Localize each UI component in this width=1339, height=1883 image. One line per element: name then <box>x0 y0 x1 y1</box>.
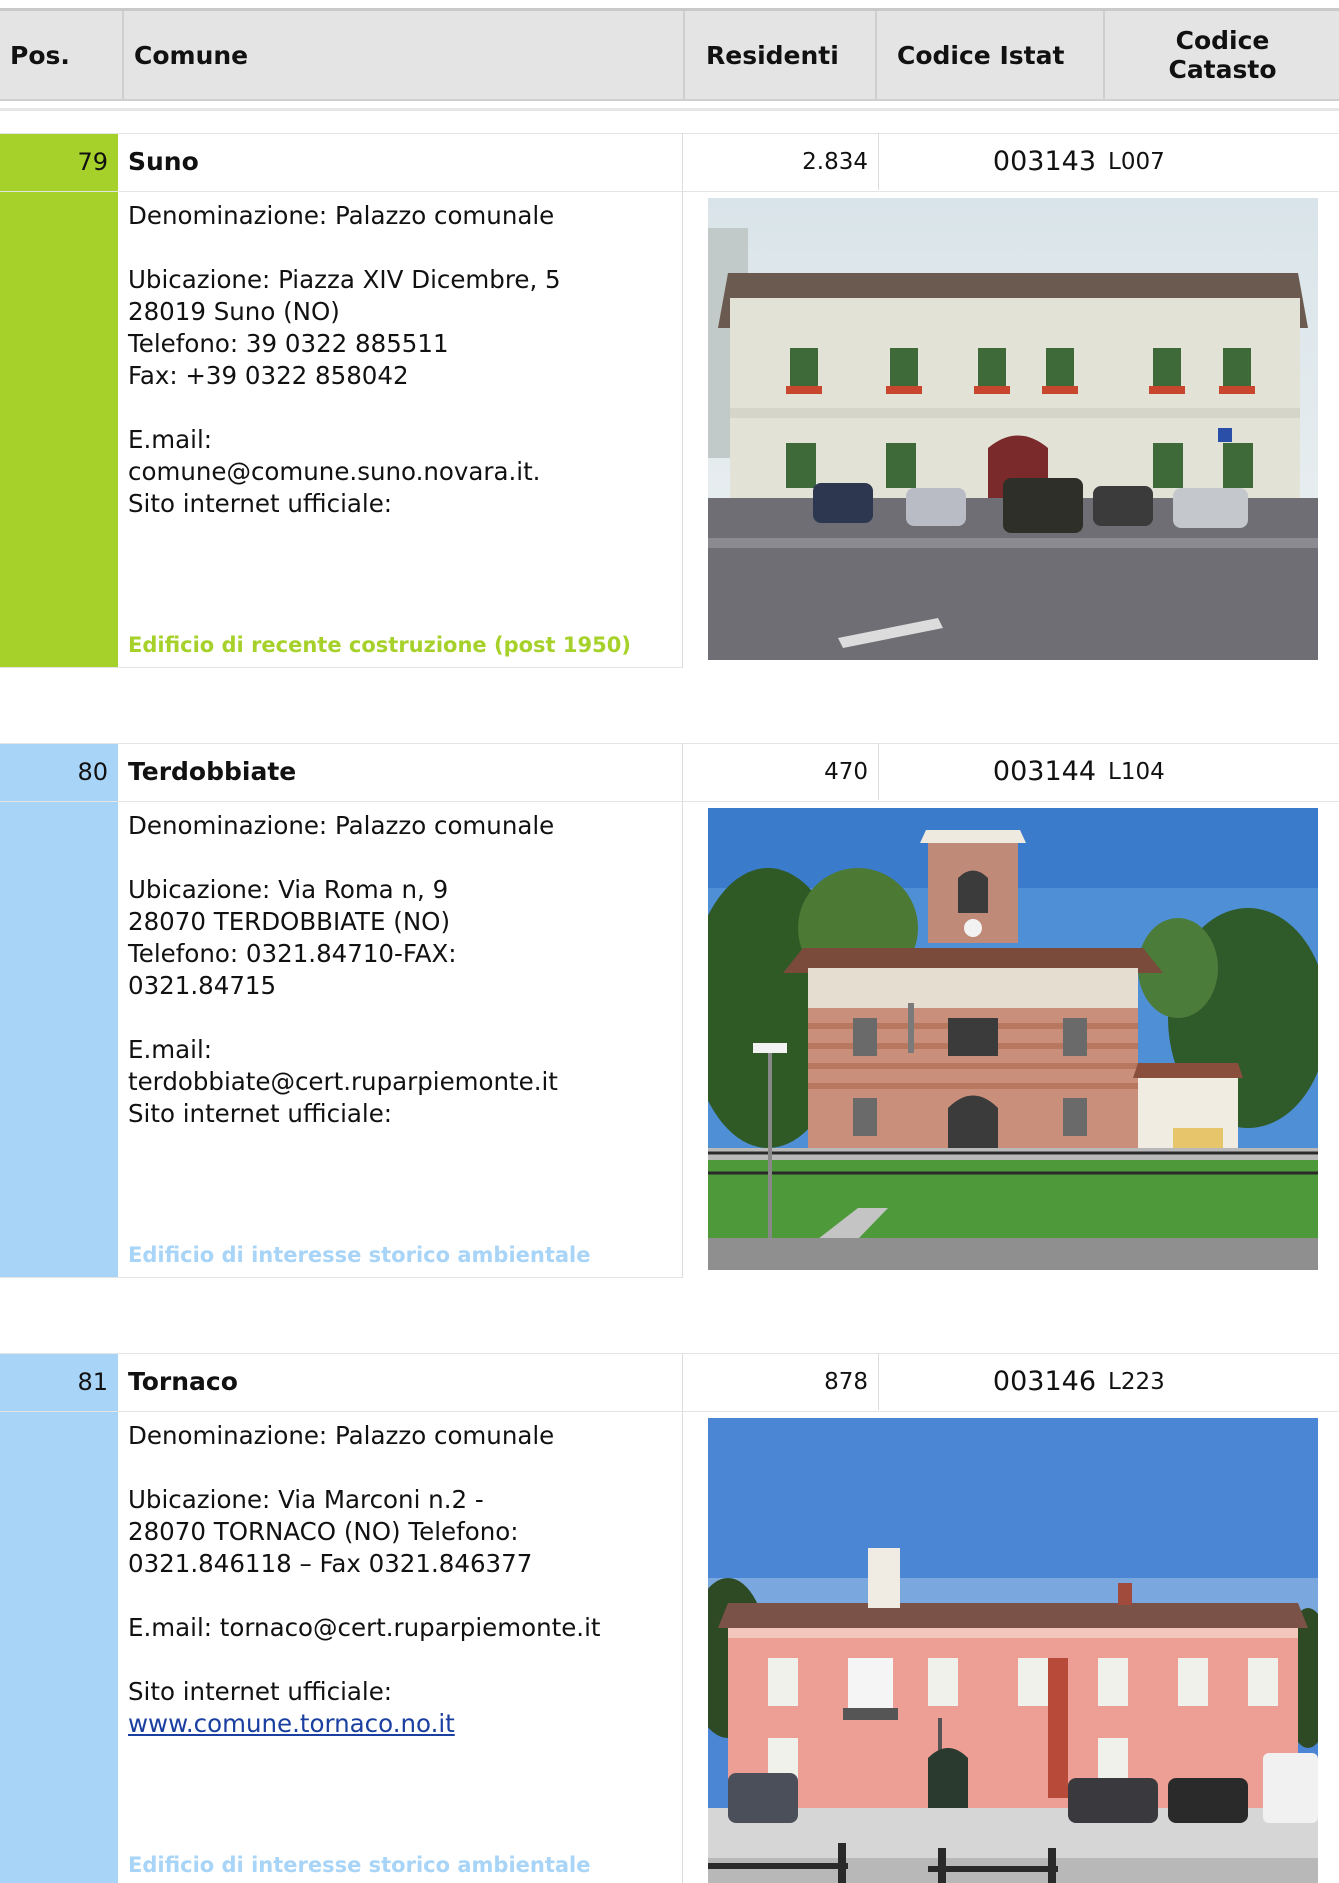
denominazione: Denominazione: Palazzo comunale <box>128 201 555 230</box>
email-address: E.mail: tornaco@cert.ruparpiemonte.it <box>128 1613 601 1642</box>
denominazione: Denominazione: Palazzo comunale <box>128 811 555 840</box>
entry-residenti: 878 <box>824 1368 868 1395</box>
ubicazione-line: Ubicazione: Piazza XIV Dicembre, 5 <box>128 265 561 294</box>
ubicazione-line: 28019 Suno (NO) <box>128 297 340 326</box>
ubicazione-line: Fax: +39 0322 858042 <box>128 361 409 390</box>
town-hall-photo <box>708 198 1318 660</box>
email-address: comune@comune.suno.novara.it. <box>128 457 541 486</box>
list-item: 79 Suno 2.834 003143 L007 Denominazione:… <box>0 133 1339 668</box>
entry-position: 79 <box>77 147 108 176</box>
header-codice-catasto: Codice Catasto <box>1168 26 1277 84</box>
entry-codice-istat: 003143 <box>992 146 1096 177</box>
town-hall-photo <box>708 1418 1318 1883</box>
entry-codice-catasto: L104 <box>1108 758 1165 785</box>
ubicazione-line: 0321.84715 <box>128 971 277 1000</box>
entry-residenti: 470 <box>824 758 868 785</box>
photo-tornaco <box>708 1418 1318 1883</box>
ubicazione-line: Telefono: 0321.84710-FAX: <box>128 939 457 968</box>
ubicazione-line: Ubicazione: Via Roma n, 9 <box>128 875 449 904</box>
sito-label: Sito internet ufficiale: <box>128 489 393 518</box>
email-label: E.mail: <box>128 425 213 454</box>
ubicazione-line: 0321.846118 – Fax 0321.846377 <box>128 1549 533 1578</box>
table-header: Pos. Comune Residenti Codice Istat Codic… <box>0 0 1339 111</box>
ubicazione-line: 28070 TORNACO (NO) Telefono: <box>128 1517 519 1546</box>
town-hall-photo <box>708 808 1318 1270</box>
header-residenti: Residenti <box>706 40 839 70</box>
sito-label: Sito internet ufficiale: <box>128 1677 393 1706</box>
denominazione: Denominazione: Palazzo comunale <box>128 1421 555 1450</box>
entry-residenti: 2.834 <box>802 148 868 175</box>
list-item: 80 Terdobbiate 470 003144 L104 Denominaz… <box>0 743 1339 1278</box>
sito-link[interactable]: www.comune.tornaco.no.it <box>128 1709 455 1738</box>
header-comune: Comune <box>134 40 249 70</box>
ubicazione-line: 28070 TERDOBBIATE (NO) <box>128 907 451 936</box>
sito-label: Sito internet ufficiale: <box>128 1099 393 1128</box>
entry-codice-istat: 003146 <box>992 1366 1096 1397</box>
entry-codice-catasto: L007 <box>1108 148 1165 175</box>
header-pos: Pos. <box>10 40 70 70</box>
entry-details: Denominazione: Palazzo comunale Ubicazio… <box>128 1420 673 1740</box>
ubicazione-line: Telefono: 39 0322 885511 <box>128 329 449 358</box>
building-note: Edificio di interesse storico ambientale <box>128 1243 591 1267</box>
ubicazione-line: Ubicazione: Via Marconi n.2 - <box>128 1485 484 1514</box>
entry-name: Suno <box>128 147 199 176</box>
photo-suno <box>708 198 1318 660</box>
photo-terdobbiate <box>708 808 1318 1270</box>
entry-position: 81 <box>77 1367 108 1396</box>
entry-details: Denominazione: Palazzo comunale Ubicazio… <box>128 200 673 520</box>
list-item: 81 Tornaco 878 003146 L223 Denominazione… <box>0 1353 1339 1883</box>
building-note: Edificio di interesse storico ambientale <box>128 1853 591 1877</box>
entry-codice-istat: 003144 <box>992 756 1096 787</box>
entry-name: Terdobbiate <box>128 757 297 786</box>
email-label: E.mail: <box>128 1035 213 1064</box>
entry-codice-catasto: L223 <box>1108 1368 1165 1395</box>
entry-position: 80 <box>77 757 108 786</box>
building-note: Edificio di recente costruzione (post 19… <box>128 633 631 657</box>
entry-name: Tornaco <box>128 1367 238 1396</box>
header-codice-istat: Codice Istat <box>897 40 1065 70</box>
entry-details: Denominazione: Palazzo comunale Ubicazio… <box>128 810 673 1130</box>
email-address: terdobbiate@cert.ruparpiemonte.it <box>128 1067 558 1096</box>
